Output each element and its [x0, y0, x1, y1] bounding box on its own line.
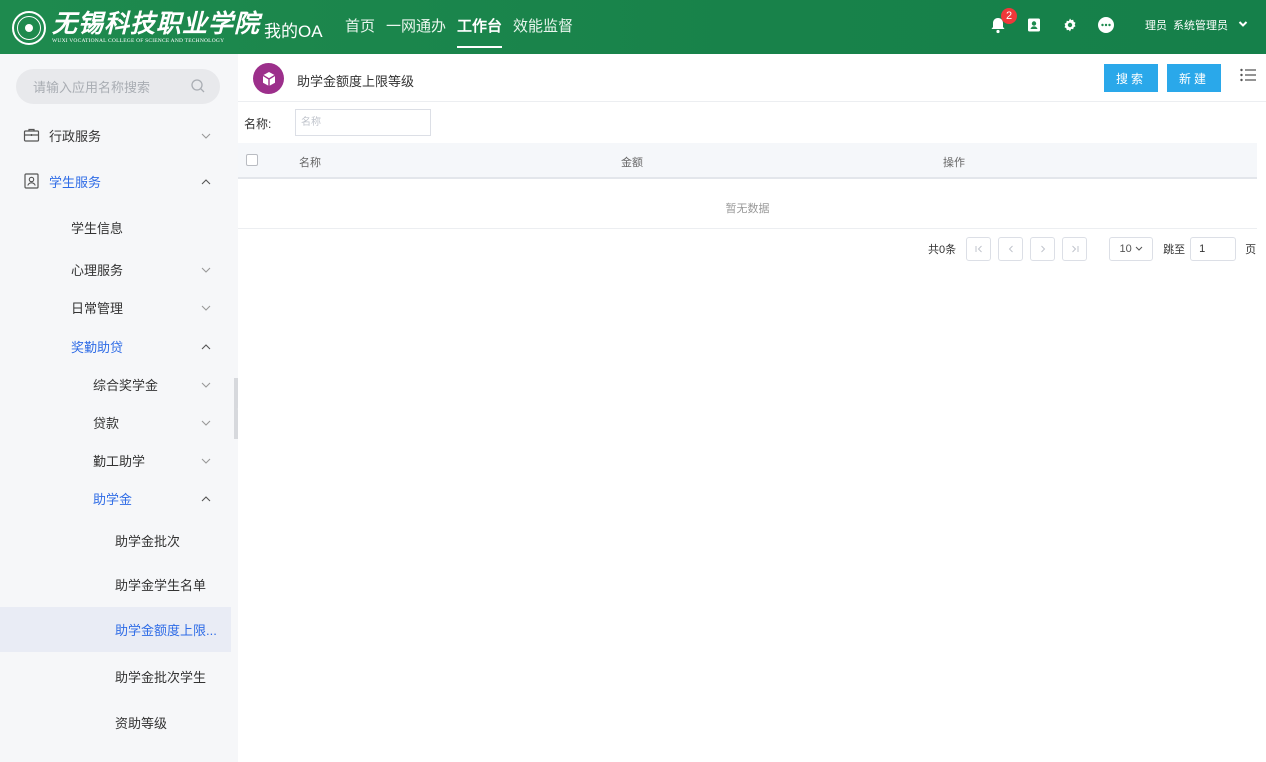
college-logo[interactable]: 无锡科技职业学院 WUXI VOCATIONAL COLLEGE OF SCIE… — [12, 10, 260, 46]
chevron-down-icon — [201, 377, 211, 392]
nav-supervision[interactable]: 效能监督 — [513, 15, 573, 42]
table-header: 名称 金额 操作 — [238, 143, 1257, 179]
sidebar-item-grant-batch-student[interactable]: 助学金批次学生 — [0, 654, 231, 698]
user-name: 系统管理员 — [1173, 20, 1228, 32]
column-name[interactable]: 名称 — [299, 154, 321, 170]
sidebar-item-label: 助学金批次 — [115, 533, 181, 549]
chevron-up-icon — [201, 339, 211, 354]
briefcase-icon — [23, 127, 40, 146]
college-seal-icon — [12, 11, 46, 45]
sidebar-item-label: 助学金学生名单 — [115, 577, 207, 593]
sidebar-item-label: 助学金额度上限... — [115, 623, 217, 638]
column-actions: 操作 — [943, 157, 965, 169]
chevron-down-icon — [201, 300, 211, 315]
sidebar: 请输入应用名称搜索 行政服务 学生服务 学生信息 心理服务 日常管理 奖勤助贷 … — [0, 54, 238, 762]
sidebar-item-label: 行政服务 — [49, 128, 102, 144]
main-content: 助学金额度上限等级 搜索 新建 名称: 名称 名称 金额 操作 暂无数据 共0条 — [238, 54, 1266, 762]
more-options-icon[interactable] — [1095, 14, 1117, 36]
chevron-down-icon — [1238, 20, 1248, 31]
total-count: 共0条 — [928, 244, 957, 256]
nav-home[interactable]: 首页 — [345, 15, 375, 42]
filter-name-label: 名称: — [244, 117, 272, 131]
user-menu[interactable]: 理员 系统管理员 — [1145, 17, 1248, 33]
sidebar-item-aid-level[interactable]: 资助等级 — [0, 700, 231, 744]
column-amount[interactable]: 金额 — [621, 154, 643, 170]
main-nav: 首页 一网通办 工作台 效能监督 — [345, 15, 573, 48]
user-role: 理员 — [1145, 20, 1167, 32]
search-icon[interactable] — [190, 78, 206, 97]
next-page-button[interactable] — [1030, 237, 1056, 261]
chevron-up-icon — [201, 174, 211, 189]
page-size-select[interactable]: 10 — [1109, 237, 1154, 261]
sidebar-item-label: 资助等级 — [115, 715, 168, 731]
sidebar-item-psych[interactable]: 心理服务 — [0, 250, 231, 288]
sidebar-item-label: 助学金 — [93, 491, 133, 507]
search-button[interactable]: 搜索 — [1104, 64, 1158, 92]
page-size-value: 10 — [1119, 243, 1132, 255]
sidebar-item-label: 心理服务 — [71, 262, 124, 278]
settings-gear-icon[interactable] — [1059, 14, 1081, 36]
new-button[interactable]: 新建 — [1167, 64, 1221, 92]
select-all-checkbox[interactable] — [246, 154, 258, 166]
prev-page-button[interactable] — [998, 237, 1024, 261]
name-filter-input[interactable]: 名称 — [295, 109, 431, 136]
chevron-down-icon — [201, 415, 211, 430]
page-unit-label: 页 — [1245, 244, 1257, 256]
jump-page-input[interactable]: 1 — [1190, 237, 1237, 261]
page-header: 助学金额度上限等级 搜索 新建 — [238, 54, 1266, 102]
sidebar-item-loan[interactable]: 贷款 — [0, 403, 231, 441]
contacts-icon[interactable] — [1023, 14, 1045, 36]
nav-workbench[interactable]: 工作台 — [457, 15, 503, 48]
chevron-down-icon — [201, 262, 211, 277]
notification-badge: 2 — [1001, 8, 1017, 24]
notification-bell-icon[interactable]: 2 — [987, 8, 1017, 36]
sidebar-item-grant-limit[interactable]: 助学金额度上限... — [0, 607, 231, 652]
top-bar: 无锡科技职业学院 WUXI VOCATIONAL COLLEGE OF SCIE… — [0, 0, 1266, 54]
logo-chinese-name: 无锡科技职业学院 — [52, 9, 261, 39]
sidebar-item-student-services[interactable]: 学生服务 — [0, 162, 231, 200]
list-view-icon[interactable] — [1240, 68, 1256, 85]
chevron-up-icon — [201, 491, 211, 506]
brand-title[interactable]: 我的OA — [264, 17, 323, 42]
sidebar-item-label: 日常管理 — [71, 300, 124, 316]
sidebar-item-grant-list[interactable]: 助学金学生名单 — [0, 562, 231, 606]
sidebar-item-grant[interactable]: 助学金 — [0, 479, 231, 517]
logo-english-name: WUXI VOCATIONAL COLLEGE OF SCIENCE AND T… — [52, 38, 225, 45]
empty-text: 暂无数据 — [725, 203, 770, 215]
sidebar-item-reward[interactable]: 奖勤助贷 — [0, 327, 231, 365]
filter-placeholder: 名称 — [301, 117, 321, 128]
sidebar-item-label: 助学金批次学生 — [115, 669, 207, 685]
sidebar-item-daily[interactable]: 日常管理 — [0, 288, 231, 326]
sidebar-item-label: 奖勤助贷 — [71, 339, 124, 355]
nav-one-stop[interactable]: 一网通办 — [386, 15, 446, 42]
sidebar-item-admin[interactable]: 行政服务 — [0, 116, 231, 154]
search-placeholder: 请输入应用名称搜索 — [33, 80, 151, 95]
sidebar-item-label: 学生信息 — [71, 220, 124, 236]
first-page-button[interactable] — [966, 237, 992, 261]
sidebar-item-scholarship[interactable]: 综合奖学金 — [0, 365, 231, 403]
sidebar-item-label: 学生服务 — [49, 174, 102, 190]
sidebar-item-label: 勤工助学 — [93, 453, 146, 469]
jump-label: 跳至 — [1163, 244, 1186, 256]
sidebar-item-workstudy[interactable]: 勤工助学 — [0, 441, 231, 479]
sidebar-item-label: 综合奖学金 — [93, 377, 159, 393]
pagination: 共0条 10 跳至 1 页 — [928, 237, 1256, 261]
empty-state: 暂无数据 — [238, 182, 1257, 229]
last-page-button[interactable] — [1062, 237, 1088, 261]
page-title: 助学金额度上限等级 — [297, 74, 415, 89]
sidebar-item-grant-batch[interactable]: 助学金批次 — [0, 518, 231, 562]
chevron-down-icon — [201, 453, 211, 468]
sidebar-item-label: 贷款 — [93, 415, 120, 431]
student-card-icon — [24, 173, 39, 192]
sidebar-item-student-info[interactable]: 学生信息 — [0, 208, 231, 246]
chevron-down-icon — [201, 128, 211, 143]
app-search-input[interactable]: 请输入应用名称搜索 — [16, 69, 220, 104]
cube-icon — [253, 63, 284, 94]
